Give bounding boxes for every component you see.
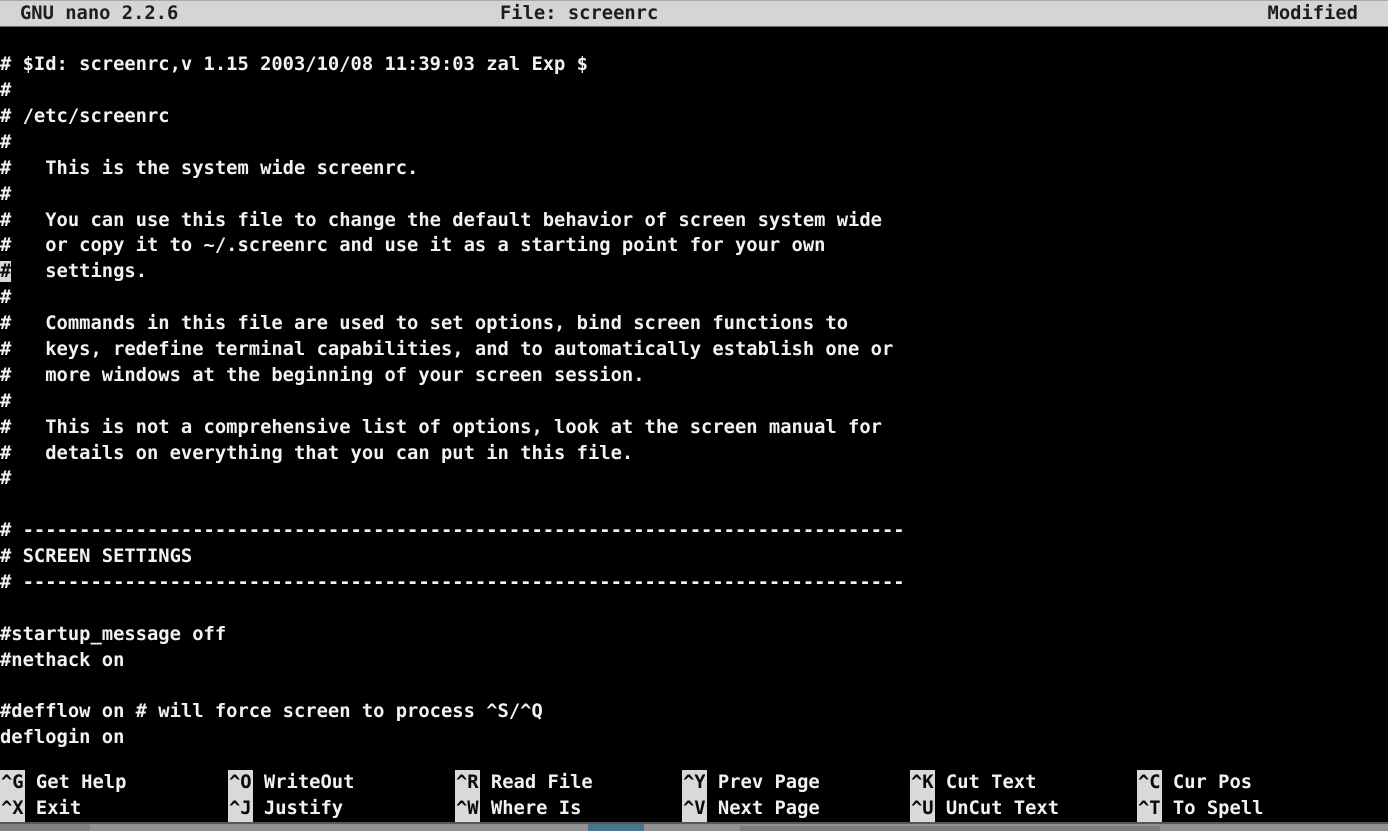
shortcut-uncut-text: ^U UnCut Text <box>910 796 1137 822</box>
shortcut-exit: ^X Exit <box>0 796 228 822</box>
shortcut-key: ^O <box>228 770 253 796</box>
editor-line: # details on everything that you can put… <box>0 441 1388 467</box>
editor-line: # --------------------------------------… <box>0 570 1388 596</box>
editor-line: # settings. <box>0 259 1388 285</box>
background-window-fragment <box>0 824 90 831</box>
shortcut-where-is: ^W Where Is <box>455 796 682 822</box>
editor-line: # <box>0 130 1388 156</box>
shortcut-label: WriteOut <box>253 772 355 793</box>
editor-line: # This is not a comprehensive list of op… <box>0 415 1388 441</box>
editor-line <box>0 596 1388 622</box>
shortcut-key: ^R <box>455 770 480 796</box>
shortcut-row: ^X Exit^J Justify^W Where Is^V Next Page… <box>0 796 1388 822</box>
editor-line: # <box>0 78 1388 104</box>
nano-titlebar: GNU nano 2.2.6 File: screenrc Modified <box>0 0 1388 26</box>
shortcut-key: ^J <box>228 796 253 822</box>
shortcut-label: Get Help <box>25 772 127 793</box>
shortcut-label: Prev Page <box>707 772 820 793</box>
shortcut-next-page: ^V Next Page <box>682 796 910 822</box>
editor-line: # You can use this file to change the de… <box>0 208 1388 234</box>
shortcut-key: ^V <box>682 796 707 822</box>
shortcut-label: UnCut Text <box>935 798 1059 819</box>
shortcut-read-file: ^R Read File <box>455 770 682 796</box>
editor-line <box>0 492 1388 518</box>
shortcut-key: ^T <box>1137 796 1162 822</box>
editor-line: # <box>0 389 1388 415</box>
filename-label: File: screenrc <box>500 1 658 26</box>
shortcut-key: ^U <box>910 796 935 822</box>
editor-line: #startup_message off <box>0 622 1388 648</box>
shortcut-key: ^G <box>0 770 25 796</box>
background-window-edge <box>0 822 1388 831</box>
shortcut-cut-text: ^K Cut Text <box>910 770 1137 796</box>
editor-line: # <box>0 466 1388 492</box>
shortcut-label: Justify <box>253 798 343 819</box>
shortcut-label: Where Is <box>480 798 582 819</box>
shortcut-get-help: ^G Get Help <box>0 770 228 796</box>
editor-line: # keys, redefine terminal capabilities, … <box>0 337 1388 363</box>
shortcut-writeout: ^O WriteOut <box>228 770 455 796</box>
editor-line <box>0 674 1388 700</box>
shortcut-key: ^C <box>1137 770 1162 796</box>
shortcut-label: Exit <box>25 798 82 819</box>
editor-line: # $Id: screenrc,v 1.15 2003/10/08 11:39:… <box>0 52 1388 78</box>
editor-line: #defflow on # will force screen to proce… <box>0 699 1388 725</box>
shortcut-cur-pos: ^C Cur Pos <box>1137 770 1388 796</box>
shortcut-label: Next Page <box>707 798 820 819</box>
shortcut-justify: ^J Justify <box>228 796 455 822</box>
shortcut-row: ^G Get Help^O WriteOut^R Read File^Y Pre… <box>0 770 1388 796</box>
editor-line: # or copy it to ~/.screenrc and use it a… <box>0 233 1388 259</box>
shortcut-key: ^K <box>910 770 935 796</box>
editor-line: # Commands in this file are used to set … <box>0 311 1388 337</box>
editor-line: # <box>0 285 1388 311</box>
editor-content[interactable]: # $Id: screenrc,v 1.15 2003/10/08 11:39:… <box>0 52 1388 751</box>
shortcut-label: Cur Pos <box>1162 772 1252 793</box>
editor-line: deflogin on <box>0 725 1388 751</box>
nano-terminal-window[interactable]: GNU nano 2.2.6 File: screenrc Modified #… <box>0 0 1388 822</box>
background-window-fragment <box>740 826 1160 831</box>
shortcut-prev-page: ^Y Prev Page <box>682 770 910 796</box>
modified-status-badge: Modified <box>1268 1 1358 26</box>
editor-line: # <box>0 182 1388 208</box>
desktop-screen: GNU nano 2.2.6 File: screenrc Modified #… <box>0 0 1388 831</box>
editor-line: # SCREEN SETTINGS <box>0 544 1388 570</box>
background-window-accent <box>588 824 644 831</box>
shortcut-label: To Spell <box>1162 798 1264 819</box>
editor-line: # --------------------------------------… <box>0 518 1388 544</box>
editor-line: #nethack on <box>0 648 1388 674</box>
shortcut-bar: ^G Get Help^O WriteOut^R Read File^Y Pre… <box>0 770 1388 822</box>
nano-version-label: GNU nano 2.2.6 <box>20 1 178 26</box>
text-cursor: # <box>0 261 11 282</box>
shortcut-key: ^W <box>455 796 480 822</box>
shortcut-key: ^Y <box>682 770 707 796</box>
shortcut-label: Cut Text <box>935 772 1037 793</box>
editor-line: # This is the system wide screenrc. <box>0 156 1388 182</box>
editor-line: # /etc/screenrc <box>0 104 1388 130</box>
editor-line: # more windows at the beginning of your … <box>0 363 1388 389</box>
shortcut-to-spell: ^T To Spell <box>1137 796 1388 822</box>
shortcut-label: Read File <box>480 772 593 793</box>
shortcut-key: ^X <box>0 796 25 822</box>
